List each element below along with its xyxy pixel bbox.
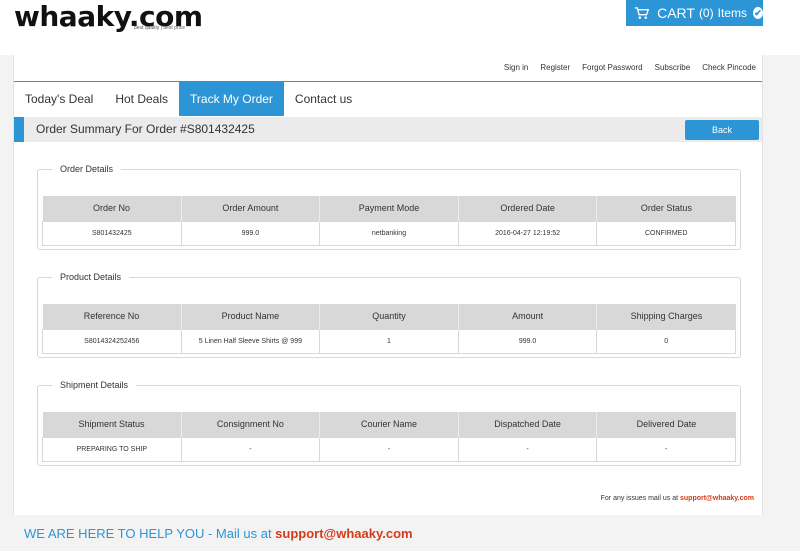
amount-cell: 999.0 bbox=[457, 328, 598, 354]
column-header: Order Status bbox=[596, 196, 736, 221]
product-details-table: Reference No Product Name Quantity Amoun… bbox=[42, 304, 736, 354]
payment-mode-cell: netbanking bbox=[319, 220, 459, 246]
column-header: Quantity bbox=[319, 304, 459, 329]
main-panel: Sign in Register Forgot Password Subscri… bbox=[13, 55, 763, 515]
register-link[interactable]: Register bbox=[540, 63, 570, 72]
check-circle-icon: ✔ bbox=[752, 7, 763, 19]
sign-in-link[interactable]: Sign in bbox=[504, 63, 528, 72]
logo-tagline: best quality | best price bbox=[134, 25, 186, 31]
shipping-charges-cell: 0 bbox=[596, 328, 736, 354]
column-header: Payment Mode bbox=[319, 196, 459, 221]
column-header: Order No bbox=[42, 196, 182, 221]
check-pincode-link[interactable]: Check Pincode bbox=[702, 63, 756, 72]
courier-name-cell: - bbox=[319, 436, 459, 462]
column-header: Reference No bbox=[42, 304, 182, 329]
dispatched-date-cell: - bbox=[457, 436, 598, 462]
order-details-section: Order Details Order No Order Amount Paym… bbox=[37, 164, 741, 250]
order-details-legend: Order Details bbox=[60, 164, 114, 174]
summary-accent bbox=[14, 117, 24, 142]
column-header: Order Amount bbox=[181, 196, 321, 221]
top-links: Sign in Register Forgot Password Subscri… bbox=[504, 63, 756, 72]
order-status-cell: CONFIRMED bbox=[596, 220, 736, 246]
main-nav: Today's Deal Hot Deals Track My Order Co… bbox=[14, 81, 762, 116]
cart-button[interactable]: CART (0) Items ✔ bbox=[626, 0, 763, 26]
shipment-details-table: Shipment Status Consignment No Courier N… bbox=[42, 412, 736, 462]
cart-count: (0) bbox=[698, 6, 714, 20]
order-summary-bar: Order Summary For Order #S801432425 Back bbox=[14, 117, 762, 142]
column-header: Ordered Date bbox=[458, 196, 598, 221]
product-details-section: Product Details Reference No Product Nam… bbox=[37, 272, 741, 358]
shopping-cart-icon bbox=[634, 7, 650, 19]
order-details-table: Order No Order Amount Payment Mode Order… bbox=[42, 196, 736, 246]
table-row: S8014324252456 5 Linen Half Sleeve Shirt… bbox=[42, 328, 736, 354]
column-header: Consignment No bbox=[181, 412, 321, 437]
column-header: Courier Name bbox=[319, 412, 459, 437]
issues-email-link[interactable]: support@whaaky.com bbox=[680, 495, 754, 502]
table-row: S801432425 999.0 netbanking 2016-04-27 1… bbox=[42, 220, 736, 246]
tab-todays-deal[interactable]: Today's Deal bbox=[14, 82, 104, 116]
ordered-date-cell: 2016-04-27 12:19:52 bbox=[457, 220, 598, 246]
reference-no-cell: S8014324252456 bbox=[42, 328, 182, 354]
table-header-row: Shipment Status Consignment No Courier N… bbox=[42, 412, 736, 437]
tab-contact-us[interactable]: Contact us bbox=[284, 82, 363, 116]
column-header: Product Name bbox=[181, 304, 321, 329]
tab-hot-deals[interactable]: Hot Deals bbox=[104, 82, 179, 116]
table-header-row: Reference No Product Name Quantity Amoun… bbox=[42, 304, 736, 329]
consignment-no-cell: - bbox=[180, 436, 321, 462]
column-header: Shipping Charges bbox=[596, 304, 736, 329]
back-button[interactable]: Back bbox=[685, 120, 759, 140]
issues-note: For any issues mail us at support@whaaky… bbox=[601, 495, 754, 502]
footer-message: WE ARE HERE TO HELP YOU - Mail us at bbox=[24, 526, 276, 541]
forgot-password-link[interactable]: Forgot Password bbox=[582, 63, 642, 72]
quantity-cell: 1 bbox=[319, 328, 459, 354]
column-header: Dispatched Date bbox=[458, 412, 598, 437]
shipment-details-legend: Shipment Details bbox=[60, 380, 129, 390]
order-amount-cell: 999.0 bbox=[180, 220, 321, 246]
shipment-status-cell: PREPARING TO SHIP bbox=[42, 436, 182, 462]
cart-label: CART bbox=[657, 5, 695, 21]
order-no-cell: S801432425 bbox=[42, 220, 182, 246]
tab-track-my-order[interactable]: Track My Order bbox=[179, 82, 284, 116]
column-header: Amount bbox=[458, 304, 598, 329]
subscribe-link[interactable]: Subscribe bbox=[655, 63, 691, 72]
footer-help-text: WE ARE HERE TO HELP YOU - Mail us at sup… bbox=[24, 526, 413, 541]
page-title: Order Summary For Order #S801432425 bbox=[36, 122, 255, 136]
footer: WE ARE HERE TO HELP YOU - Mail us at sup… bbox=[0, 517, 800, 551]
column-header: Shipment Status bbox=[42, 412, 182, 437]
column-header: Delivered Date bbox=[596, 412, 736, 437]
cart-items-label: Items bbox=[717, 6, 747, 20]
issues-text: For any issues mail us at bbox=[600, 495, 680, 502]
product-name-cell: 5 Linen Half Sleeve Shirts @ 999 bbox=[180, 328, 321, 354]
table-header-row: Order No Order Amount Payment Mode Order… bbox=[42, 196, 736, 221]
table-row: PREPARING TO SHIP - - - - bbox=[42, 436, 736, 462]
shipment-details-section: Shipment Details Shipment Status Consign… bbox=[37, 380, 741, 466]
product-details-legend: Product Details bbox=[60, 272, 122, 282]
footer-email-link[interactable]: support@whaaky.com bbox=[275, 526, 412, 541]
delivered-date-cell: - bbox=[596, 436, 736, 462]
